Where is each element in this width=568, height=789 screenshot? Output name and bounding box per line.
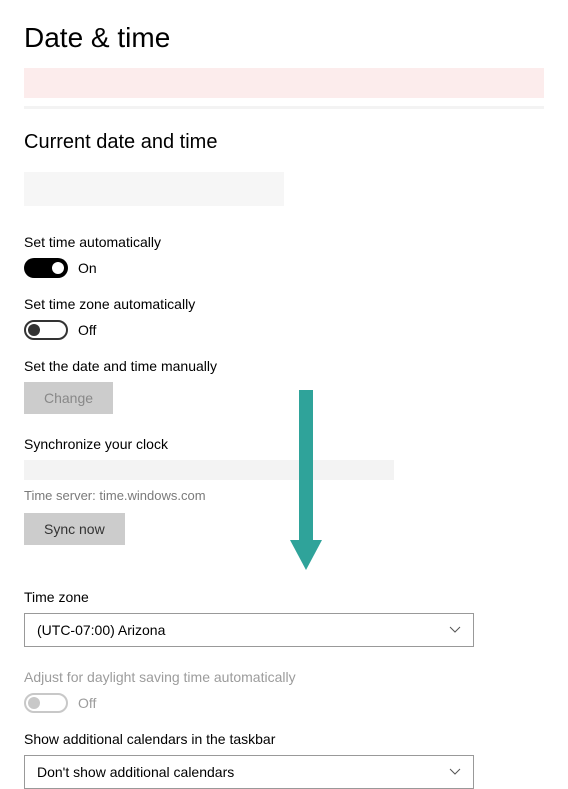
sync-now-button[interactable]: Sync now <box>24 513 125 545</box>
set-time-auto-label: Set time automatically <box>24 234 544 250</box>
manual-datetime-label: Set the date and time manually <box>24 358 544 374</box>
chevron-down-icon <box>449 766 461 778</box>
set-tz-auto-state: Off <box>78 322 96 338</box>
set-time-auto-state: On <box>78 260 97 276</box>
dst-toggle <box>24 693 68 713</box>
additional-calendars-select[interactable]: Don't show additional calendars <box>24 755 474 789</box>
info-banner <box>24 68 544 98</box>
additional-calendars-value: Don't show additional calendars <box>37 764 234 780</box>
sync-clock-label: Synchronize your clock <box>24 436 544 452</box>
timezone-label: Time zone <box>24 589 544 605</box>
section-title: Current date and time <box>24 131 544 154</box>
change-button[interactable]: Change <box>24 382 113 414</box>
page-title: Date & time <box>24 22 544 54</box>
dst-state: Off <box>78 695 96 711</box>
dst-label: Adjust for daylight saving time automati… <box>24 669 544 685</box>
additional-calendars-label: Show additional calendars in the taskbar <box>24 731 544 747</box>
sync-status-placeholder <box>24 460 394 480</box>
timezone-value: (UTC-07:00) Arizona <box>37 622 165 638</box>
chevron-down-icon <box>449 624 461 636</box>
timezone-select[interactable]: (UTC-07:00) Arizona <box>24 613 474 647</box>
datetime-display-placeholder <box>24 172 284 206</box>
time-server-text: Time server: time.windows.com <box>24 488 544 503</box>
set-time-auto-toggle[interactable] <box>24 258 68 278</box>
set-tz-auto-label: Set time zone automatically <box>24 296 544 312</box>
divider-bar <box>24 106 544 109</box>
set-tz-auto-toggle[interactable] <box>24 320 68 340</box>
